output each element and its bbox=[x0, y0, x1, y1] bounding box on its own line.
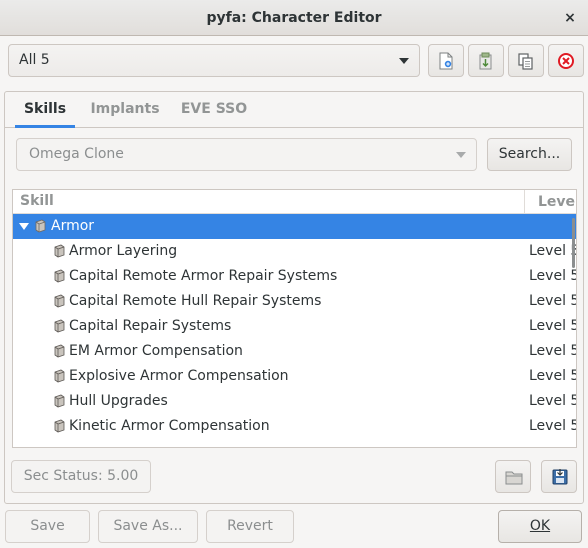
skill-group-name: Armor bbox=[51, 218, 95, 234]
skill-name: Capital Remote Hull Repair Systems bbox=[69, 293, 322, 309]
column-header-level[interactable]: Level bbox=[524, 190, 576, 214]
skill-row[interactable]: EM Armor Compensation Level 5 bbox=[13, 339, 576, 364]
skill-name: Kinetic Armor Compensation bbox=[69, 418, 270, 434]
character-select-value: All 5 bbox=[19, 52, 50, 68]
skill-name: EM Armor Compensation bbox=[69, 343, 243, 359]
open-folder-button[interactable] bbox=[495, 460, 531, 493]
skill-row[interactable]: Kinetic Armor Compensation Level 5 bbox=[13, 414, 576, 439]
tab-skills[interactable]: Skills bbox=[15, 92, 75, 128]
skill-level: Level 5 bbox=[529, 393, 577, 409]
search-button[interactable]: Search... bbox=[487, 138, 572, 171]
tab-implants[interactable]: Implants bbox=[89, 92, 161, 128]
new-character-button[interactable] bbox=[428, 44, 464, 77]
chevron-down-icon bbox=[399, 58, 409, 64]
skill-row[interactable]: Capital Remote Armor Repair Systems Leve… bbox=[13, 264, 576, 289]
skill-name: Hull Upgrades bbox=[69, 393, 168, 409]
skill-book-icon bbox=[54, 419, 65, 433]
skill-book-icon bbox=[54, 294, 65, 308]
skill-row[interactable]: Capital Remote Hull Repair Systems Level… bbox=[13, 289, 576, 314]
skill-book-icon bbox=[54, 369, 65, 383]
tab-bar: Skills Implants EVE SSO bbox=[5, 92, 583, 128]
skill-level: Level 5 bbox=[529, 343, 577, 359]
skill-level: Level 5 bbox=[529, 418, 577, 434]
skill-row[interactable]: Hull Upgrades Level 5 bbox=[13, 389, 576, 414]
character-select[interactable]: All 5 bbox=[8, 44, 420, 77]
chevron-down-icon bbox=[456, 152, 466, 158]
delete-icon bbox=[558, 53, 574, 69]
skill-row[interactable]: Armor Layering Level 5 bbox=[13, 239, 576, 264]
column-header-skill[interactable]: Skill bbox=[20, 193, 54, 209]
import-character-button[interactable] bbox=[468, 44, 504, 77]
skill-book-icon bbox=[54, 244, 65, 258]
skill-group-row[interactable]: Armor bbox=[13, 214, 576, 239]
skill-book-icon bbox=[54, 344, 65, 358]
title-bar: pyfa: Character Editor × bbox=[0, 0, 588, 36]
skill-level: Level 5 bbox=[529, 293, 577, 309]
save-skills-icon bbox=[552, 469, 568, 485]
skill-tree[interactable]: Skill Level Armor Armor Layering Level 5 bbox=[12, 189, 577, 448]
window-title: pyfa: Character Editor bbox=[206, 10, 382, 26]
delete-character-button[interactable] bbox=[548, 44, 584, 77]
copy-character-button[interactable] bbox=[508, 44, 544, 77]
expander-open-icon[interactable] bbox=[19, 223, 29, 230]
skill-export-button[interactable] bbox=[541, 460, 577, 493]
save-button[interactable]: Save bbox=[5, 510, 90, 543]
skill-name: Capital Remote Armor Repair Systems bbox=[69, 268, 338, 284]
skill-level: Level 5 bbox=[529, 268, 577, 284]
revert-button[interactable]: Revert bbox=[206, 510, 294, 543]
skill-name: Capital Repair Systems bbox=[69, 318, 232, 334]
copy-icon bbox=[518, 53, 533, 70]
new-character-icon bbox=[439, 52, 453, 70]
save-as-button[interactable]: Save As... bbox=[98, 510, 198, 543]
skill-name: Armor Layering bbox=[69, 243, 178, 259]
character-notebook: Skills Implants EVE SSO Omega Clone Sear… bbox=[4, 91, 584, 504]
tab-eve-sso[interactable]: EVE SSO bbox=[177, 92, 251, 128]
skill-level: Level 5 bbox=[529, 368, 577, 384]
skill-book-icon bbox=[54, 394, 65, 408]
skill-level: Level 5 bbox=[529, 243, 577, 259]
import-icon bbox=[479, 52, 492, 70]
ok-button-label: OK bbox=[529, 518, 551, 534]
close-window-button[interactable]: × bbox=[560, 8, 580, 28]
ok-button[interactable]: OK bbox=[498, 510, 582, 543]
skill-book-icon bbox=[54, 269, 65, 283]
clone-select[interactable]: Omega Clone bbox=[16, 138, 477, 171]
folder-icon bbox=[505, 471, 523, 485]
tree-scrollbar[interactable] bbox=[572, 218, 575, 268]
skill-row[interactable]: Explosive Armor Compensation Level 5 bbox=[13, 364, 576, 389]
skill-level: Level 5 bbox=[529, 318, 577, 334]
sec-status-button[interactable]: Sec Status: 5.00 bbox=[11, 460, 151, 493]
skill-name: Explosive Armor Compensation bbox=[69, 368, 289, 384]
skill-tree-header: Skill Level bbox=[13, 190, 576, 214]
skill-book-icon bbox=[54, 319, 65, 333]
clone-select-value: Omega Clone bbox=[29, 146, 124, 162]
skill-book-icon bbox=[35, 219, 46, 233]
skill-row[interactable]: Capital Repair Systems Level 5 bbox=[13, 314, 576, 339]
